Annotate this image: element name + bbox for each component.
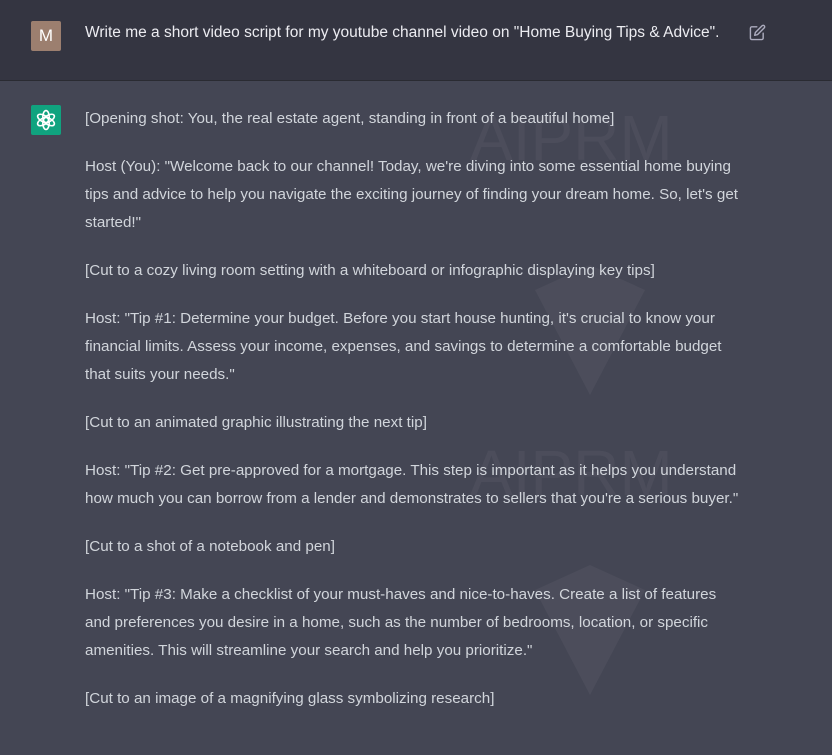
message-paragraph: [Cut to a cozy living room setting with … [85, 262, 655, 279]
assistant-message-row: [Opening shot: You, the real estate agen… [0, 81, 832, 755]
openai-logo-icon [36, 109, 56, 131]
message-paragraph: Host: "Tip #3: Make a checklist of your … [85, 586, 717, 659]
message-paragraph: Host: "Tip #1: Determine your budget. Be… [85, 310, 722, 383]
chat-page: M Write me a short video script for my y… [0, 0, 832, 755]
message-paragraph: Host (You): "Welcome back to our channel… [85, 158, 738, 231]
assistant-message: [Opening shot: You, the real estate agen… [85, 105, 745, 733]
message-paragraph: [Cut to an image of a magnifying glass s… [85, 690, 495, 707]
message-paragraph: [Cut to a shot of a notebook and pen] [85, 538, 335, 555]
user-avatar: M [31, 21, 61, 51]
user-message-row: M Write me a short video script for my y… [0, 0, 832, 81]
message-paragraph: [Opening shot: You, the real estate agen… [85, 110, 615, 127]
assistant-avatar [31, 105, 61, 135]
message-paragraph: [Cut to an animated graphic illustrating… [85, 414, 427, 431]
message-paragraph: Host: "Tip #2: Get pre-approved for a mo… [85, 462, 739, 507]
user-prompt-text: Write me a short video script for my you… [85, 24, 720, 41]
edit-icon[interactable] [749, 24, 766, 41]
